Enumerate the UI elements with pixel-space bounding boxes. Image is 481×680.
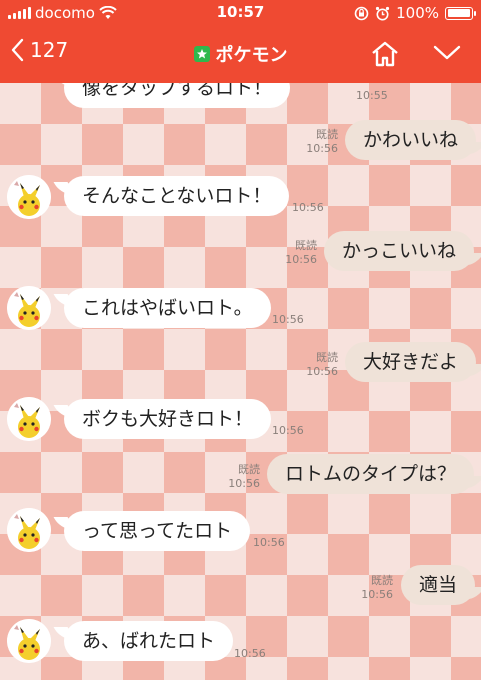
- status-bar: docomo 10:57 100%: [0, 0, 481, 26]
- chevron-down-icon: [433, 45, 461, 60]
- message-time: 10:56: [361, 588, 393, 601]
- incoming-message[interactable]: って思ってたロト: [64, 511, 251, 551]
- avatar[interactable]: [7, 175, 51, 219]
- message-time: 10:56: [292, 201, 324, 214]
- chat-area[interactable]: 像をタップするロト！ 10:55 既読 10:56 かわいいね そんなことないロ…: [0, 83, 481, 680]
- outgoing-message[interactable]: 適当: [401, 565, 476, 605]
- message-meta: 既読 10:56: [302, 128, 338, 156]
- battery-icon: [445, 6, 476, 20]
- message-time: 10:55: [356, 89, 388, 102]
- message-text: これはやばいロト。: [82, 297, 253, 319]
- chat-title-label: ポケモン: [215, 45, 288, 66]
- avatar[interactable]: [7, 508, 51, 552]
- incoming-message[interactable]: ボクも大好きロト！: [64, 399, 272, 439]
- message-time: 10:56: [234, 647, 266, 660]
- message-text: あ、ばれたロト: [82, 630, 216, 652]
- read-receipt: 既読: [238, 463, 260, 476]
- incoming-message[interactable]: 像をタップするロト！: [64, 83, 291, 108]
- message-time: 10:56: [228, 477, 260, 490]
- incoming-message[interactable]: そんなことないロト！: [64, 176, 290, 216]
- pikachu-avatar-icon: [7, 175, 51, 219]
- outgoing-message[interactable]: ロトムのタイプは？: [267, 454, 475, 494]
- incoming-message[interactable]: これはやばいロト。: [64, 288, 271, 328]
- home-button[interactable]: [370, 40, 400, 72]
- chat-title[interactable]: ポケモン: [0, 41, 481, 67]
- outgoing-message[interactable]: かわいいね: [345, 120, 477, 160]
- home-icon: [372, 41, 398, 67]
- message-text: 適当: [419, 574, 458, 596]
- message-text: かわいいね: [363, 129, 459, 151]
- avatar[interactable]: [7, 286, 51, 330]
- message-meta: 既読 10:56: [357, 574, 393, 602]
- pikachu-avatar-icon: [7, 397, 51, 441]
- message-text: かっこいいね: [342, 240, 457, 262]
- read-receipt: 既読: [316, 128, 338, 141]
- read-receipt: 既読: [295, 239, 317, 252]
- read-receipt: 既読: [371, 574, 393, 587]
- message-text: ボクも大好きロト！: [82, 408, 254, 430]
- message-text: 像をタップするロト！: [82, 83, 273, 99]
- rotation-lock-icon: [354, 6, 369, 20]
- message-text: そんなことないロト！: [82, 185, 272, 207]
- message-text: 大好きだよ: [363, 351, 459, 373]
- message-time: 10:56: [272, 313, 304, 326]
- alarm-icon: [376, 6, 390, 20]
- outgoing-message[interactable]: 大好きだよ: [345, 342, 477, 382]
- read-receipt: 既読: [316, 351, 338, 364]
- incoming-message[interactable]: あ、ばれたロト: [64, 621, 234, 661]
- message-time: 10:56: [306, 142, 338, 155]
- message-meta: 既読 10:56: [281, 239, 317, 267]
- message-time: 10:56: [285, 253, 317, 266]
- message-text: ロトムのタイプは？: [285, 463, 457, 485]
- nav-bar: 127 ポケモン: [0, 28, 481, 80]
- battery-percent: 100%: [396, 4, 439, 22]
- message-time: 10:56: [306, 365, 338, 378]
- message-time: 10:56: [272, 424, 304, 437]
- outgoing-message[interactable]: かっこいいね: [324, 231, 475, 271]
- official-star-icon: [193, 46, 210, 62]
- message-text: って思ってたロト: [82, 520, 233, 542]
- pikachu-avatar-icon: [7, 619, 51, 663]
- pikachu-avatar-icon: [7, 508, 51, 552]
- message-meta: 既読 10:56: [302, 351, 338, 379]
- avatar[interactable]: [7, 619, 51, 663]
- message-time: 10:56: [253, 536, 285, 549]
- message-meta: 既読 10:56: [224, 463, 260, 491]
- pikachu-avatar-icon: [7, 286, 51, 330]
- menu-button[interactable]: [432, 44, 462, 66]
- top-bar: docomo 10:57 100% 127 ポケモン: [0, 0, 481, 83]
- status-right: 100%: [354, 4, 476, 22]
- avatar[interactable]: [7, 397, 51, 441]
